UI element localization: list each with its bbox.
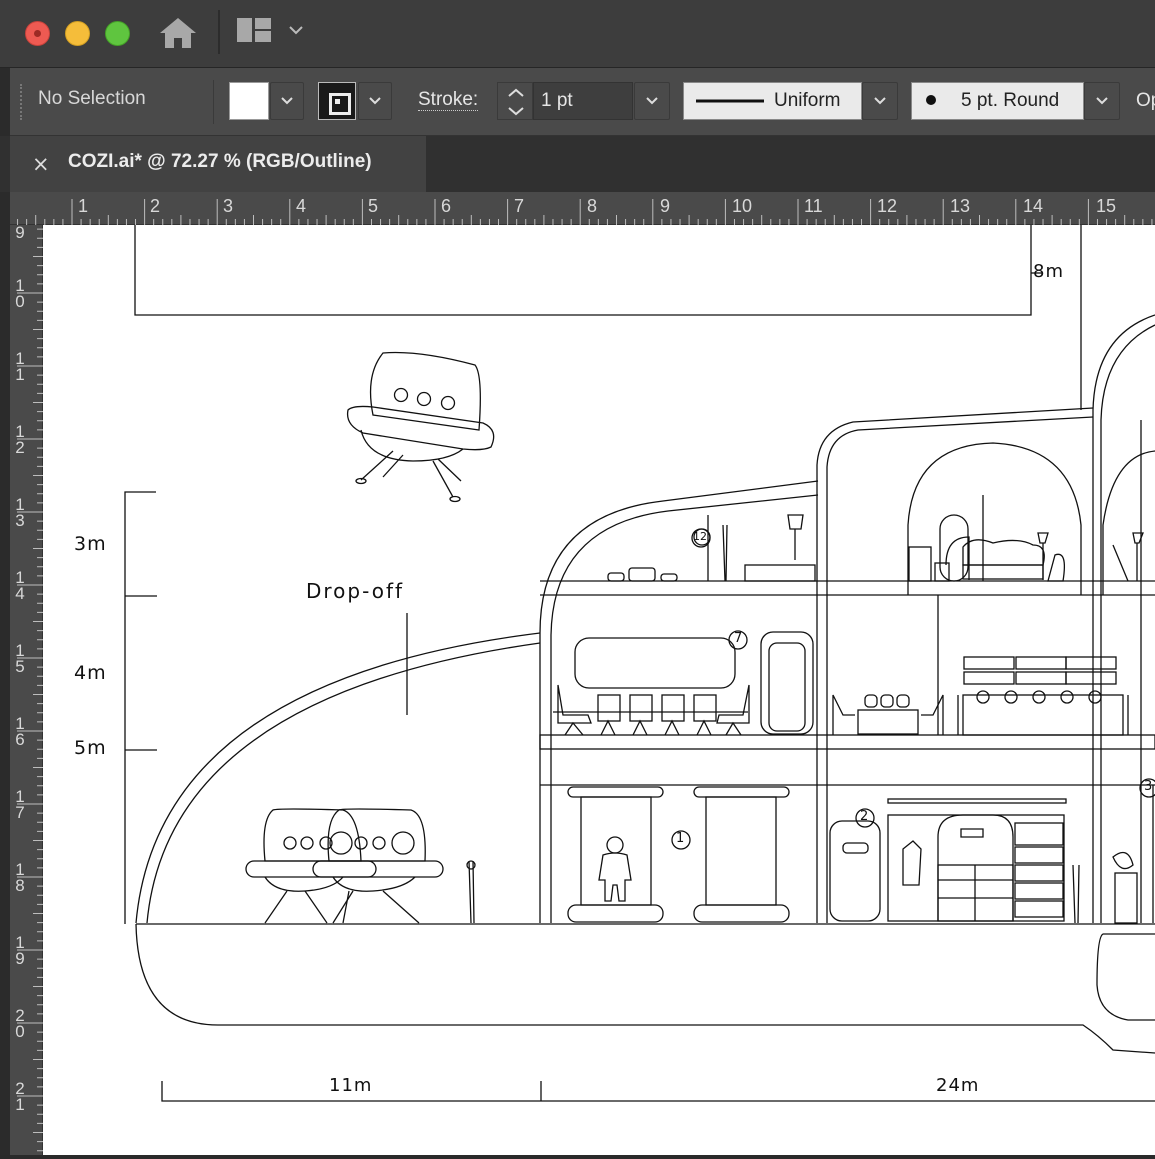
ruler-label: 4	[296, 196, 307, 216]
opacity-link[interactable]: Op	[1136, 90, 1155, 112]
document-tab[interactable]: × COZI.ai* @ 72.27 % (RGB/Outline)	[10, 136, 426, 192]
ruler-label: 14	[1023, 196, 1044, 216]
stroke-dropdown-button[interactable]	[358, 82, 392, 120]
ruler-label: 20	[15, 1006, 25, 1041]
home-icon[interactable]	[158, 16, 198, 50]
ruler-label: 1	[78, 196, 89, 216]
floating-pod	[346, 351, 495, 503]
separator	[213, 80, 214, 124]
workspace-layout-icon[interactable]	[236, 17, 272, 43]
ruler-label: 17	[15, 787, 25, 822]
room-marker-label: 7	[734, 631, 743, 646]
width-profile-label: Uniform	[774, 90, 841, 111]
titlebar-divider	[218, 10, 220, 54]
minimize-window-button[interactable]	[65, 21, 90, 46]
stroke-weight-dropdown[interactable]	[634, 82, 670, 120]
horizontal-ruler[interactable]: 1 2 3 4 5 6 7 8 9 10 11 12 13 14 15	[10, 192, 1155, 225]
ruler-label: 13	[15, 495, 25, 530]
room-marker-label: 1	[676, 831, 685, 846]
ruler-label: 7	[514, 196, 525, 216]
dropoff-pods	[245, 808, 444, 924]
title-bar	[0, 0, 1155, 68]
ruler-label: 12	[15, 422, 25, 457]
ruler-label: 2	[150, 196, 161, 216]
height-dimension-label: 5m	[74, 737, 107, 759]
vertical-ruler[interactable]: 9 10 11 12 13 14 15 16 17 18 19 20 21	[10, 223, 43, 1155]
stroke-weight-stepper[interactable]	[497, 82, 533, 120]
ruler-label: 18	[15, 860, 25, 895]
stroke-weight-field[interactable]: 1 pt	[533, 82, 633, 120]
ruler-label: 21	[15, 1079, 25, 1114]
ruler-label: 9	[660, 196, 671, 216]
ruler-label: 19	[15, 933, 25, 968]
ruler-label: 15	[15, 641, 25, 676]
ruler-label: 8	[587, 196, 598, 216]
astronaut-figure	[598, 836, 632, 902]
brush-dot-icon	[926, 95, 936, 105]
ruler-label: 10	[15, 276, 25, 311]
ruler-label: 11	[804, 196, 823, 216]
ruler-label: 16	[15, 714, 25, 749]
ruler-label: 13	[950, 196, 971, 216]
fill-dropdown-button[interactable]	[270, 82, 304, 120]
width-profile-select[interactable]: Uniform	[683, 82, 862, 120]
selection-status: No Selection	[38, 88, 146, 109]
left-panel-edge	[0, 68, 10, 1155]
brush-definition-select[interactable]: 5 pt. Round	[911, 82, 1084, 120]
ruler-label: 12	[877, 196, 898, 216]
building-section-drawing[interactable]	[43, 225, 1155, 1155]
ruler-label: 14	[15, 568, 25, 603]
top-dimension-label: 8m	[1033, 261, 1064, 282]
width-dimension-label: 11m	[329, 1075, 373, 1096]
document-tab-bar: × COZI.ai* @ 72.27 % (RGB/Outline)	[0, 136, 1155, 192]
close-window-button[interactable]	[25, 21, 50, 46]
ruler-label: 10	[732, 196, 753, 216]
width-dimension-label: 24m	[936, 1075, 980, 1096]
chevron-down-icon[interactable]	[287, 22, 305, 36]
ruler-label: 5	[368, 196, 379, 216]
zoom-window-button[interactable]	[105, 21, 130, 46]
ruler-label: 6	[441, 196, 452, 216]
drop-off-label: Drop-off	[306, 579, 405, 603]
width-profile-dropdown[interactable]	[862, 82, 898, 120]
height-dimension-label: 3m	[74, 533, 107, 555]
stroke-panel-link[interactable]: Stroke:	[418, 90, 479, 111]
ruler-label: 15	[1096, 196, 1117, 216]
stroke-color-swatch[interactable]	[318, 82, 356, 120]
ruler-label: 9	[15, 223, 25, 242]
room-marker-label: 3	[1144, 779, 1153, 794]
document-title: COZI.ai* @ 72.27 % (RGB/Outline)	[68, 151, 372, 172]
panel-grip[interactable]	[20, 84, 23, 120]
control-bar: No Selection Stroke: 1 pt Uniform 5 pt. …	[0, 68, 1155, 136]
brush-definition-label: 5 pt. Round	[961, 90, 1060, 111]
conference-chairs	[553, 684, 750, 736]
fill-color-swatch[interactable]	[229, 82, 269, 120]
brush-definition-dropdown[interactable]	[1084, 82, 1120, 120]
room-marker-label: 12	[693, 530, 707, 543]
close-tab-icon[interactable]: ×	[32, 152, 50, 176]
artboard-canvas[interactable]: 1 2 3 7 12 8m 3m 4m 5m Drop-off 11m 24m	[43, 225, 1155, 1155]
height-dimension-label: 4m	[74, 662, 107, 684]
ruler-label: 11	[15, 349, 25, 384]
ruler-label: 3	[223, 196, 234, 216]
room-marker-label: 2	[860, 809, 869, 824]
